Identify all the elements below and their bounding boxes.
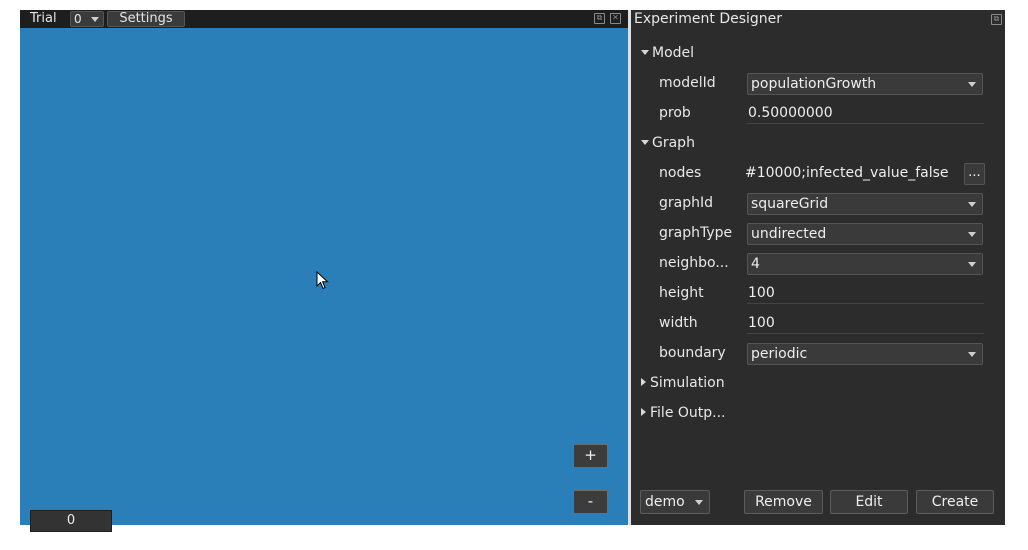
modelId-select[interactable]: populationGrowth <box>747 73 983 95</box>
view-toolbar: Trial 0 Settings ⧉ ✕ <box>20 10 628 29</box>
height-label: height <box>659 285 704 301</box>
restore-icon[interactable]: ⧉ <box>594 13 605 24</box>
graphId-select[interactable]: squareGrid <box>747 193 983 215</box>
zoom-out-button[interactable]: - <box>573 490 608 514</box>
section-simulation-label: Simulation <box>650 375 725 391</box>
nodes-value[interactable]: #10000;infected_value_false <box>745 163 957 183</box>
experiment-designer-panel: Experiment Designer ⧉ Model modelId popu… <box>631 10 1005 525</box>
simulation-canvas[interactable]: + - 0 <box>20 28 628 532</box>
zoom-in-button[interactable]: + <box>573 444 608 468</box>
modelId-label: modelId <box>659 75 716 91</box>
simulation-view: Trial 0 Settings ⧉ ✕ + - 0 <box>20 10 628 532</box>
chevron-down-icon <box>968 82 976 87</box>
chevron-down-icon <box>695 500 703 505</box>
trial-label: Trial <box>30 11 57 26</box>
chevron-down-icon <box>968 352 976 357</box>
restore-icon[interactable]: ⧉ <box>991 14 1002 25</box>
create-button[interactable]: Create <box>916 490 994 514</box>
chevron-down-icon <box>91 17 99 22</box>
modelId-value: populationGrowth <box>751 76 877 92</box>
section-model-label: Model <box>652 45 695 61</box>
graphId-value: squareGrid <box>751 196 829 212</box>
graphType-value: undirected <box>751 226 827 242</box>
chevron-down-icon <box>968 202 976 207</box>
width-label: width <box>659 315 698 331</box>
height-input[interactable]: 100 <box>747 283 984 304</box>
section-file-output[interactable]: File Outp... <box>641 404 726 422</box>
section-simulation[interactable]: Simulation <box>641 374 725 392</box>
prob-input[interactable]: 0.50000000 <box>747 103 984 124</box>
section-graph[interactable]: Graph <box>641 134 695 152</box>
chevron-down-icon <box>968 232 976 237</box>
width-input[interactable]: 100 <box>747 313 984 334</box>
panel-title: Experiment Designer <box>634 11 783 27</box>
experiment-select[interactable]: demo <box>640 490 710 514</box>
boundary-label: boundary <box>659 345 726 361</box>
close-icon[interactable]: ✕ <box>610 13 621 24</box>
experiment-value: demo <box>645 494 685 510</box>
nodes-label: nodes <box>659 165 702 181</box>
settings-button[interactable]: Settings <box>107 11 185 27</box>
section-model[interactable]: Model <box>641 44 694 62</box>
neighbours-value: 4 <box>751 256 760 272</box>
graphType-select[interactable]: undirected <box>747 223 983 245</box>
prob-label: prob <box>659 105 691 121</box>
neighbours-select[interactable]: 4 <box>747 253 983 275</box>
trial-value: 0 <box>74 12 82 26</box>
section-graph-label: Graph <box>652 135 695 151</box>
section-file-output-label: File Outp... <box>650 405 726 421</box>
expand-icon <box>641 140 649 145</box>
graphType-label: graphType <box>659 225 733 241</box>
edit-button[interactable]: Edit <box>830 490 908 514</box>
nodes-edit-button[interactable]: ... <box>964 163 985 185</box>
collapse-icon <box>641 408 646 416</box>
mouse-cursor-icon <box>316 271 329 290</box>
collapse-icon <box>641 378 646 386</box>
chevron-down-icon <box>968 262 976 267</box>
step-counter-field[interactable]: 0 <box>30 510 112 532</box>
app-window: Trial 0 Settings ⧉ ✕ + - 0 Experiment De… <box>20 10 1005 532</box>
boundary-value: periodic <box>751 346 808 362</box>
remove-button[interactable]: Remove <box>744 490 823 514</box>
trial-select[interactable]: 0 <box>70 11 104 27</box>
expand-icon <box>641 50 649 55</box>
boundary-select[interactable]: periodic <box>747 343 983 365</box>
neighbours-label: neighbo... <box>659 255 729 271</box>
graphId-label: graphId <box>659 195 713 211</box>
